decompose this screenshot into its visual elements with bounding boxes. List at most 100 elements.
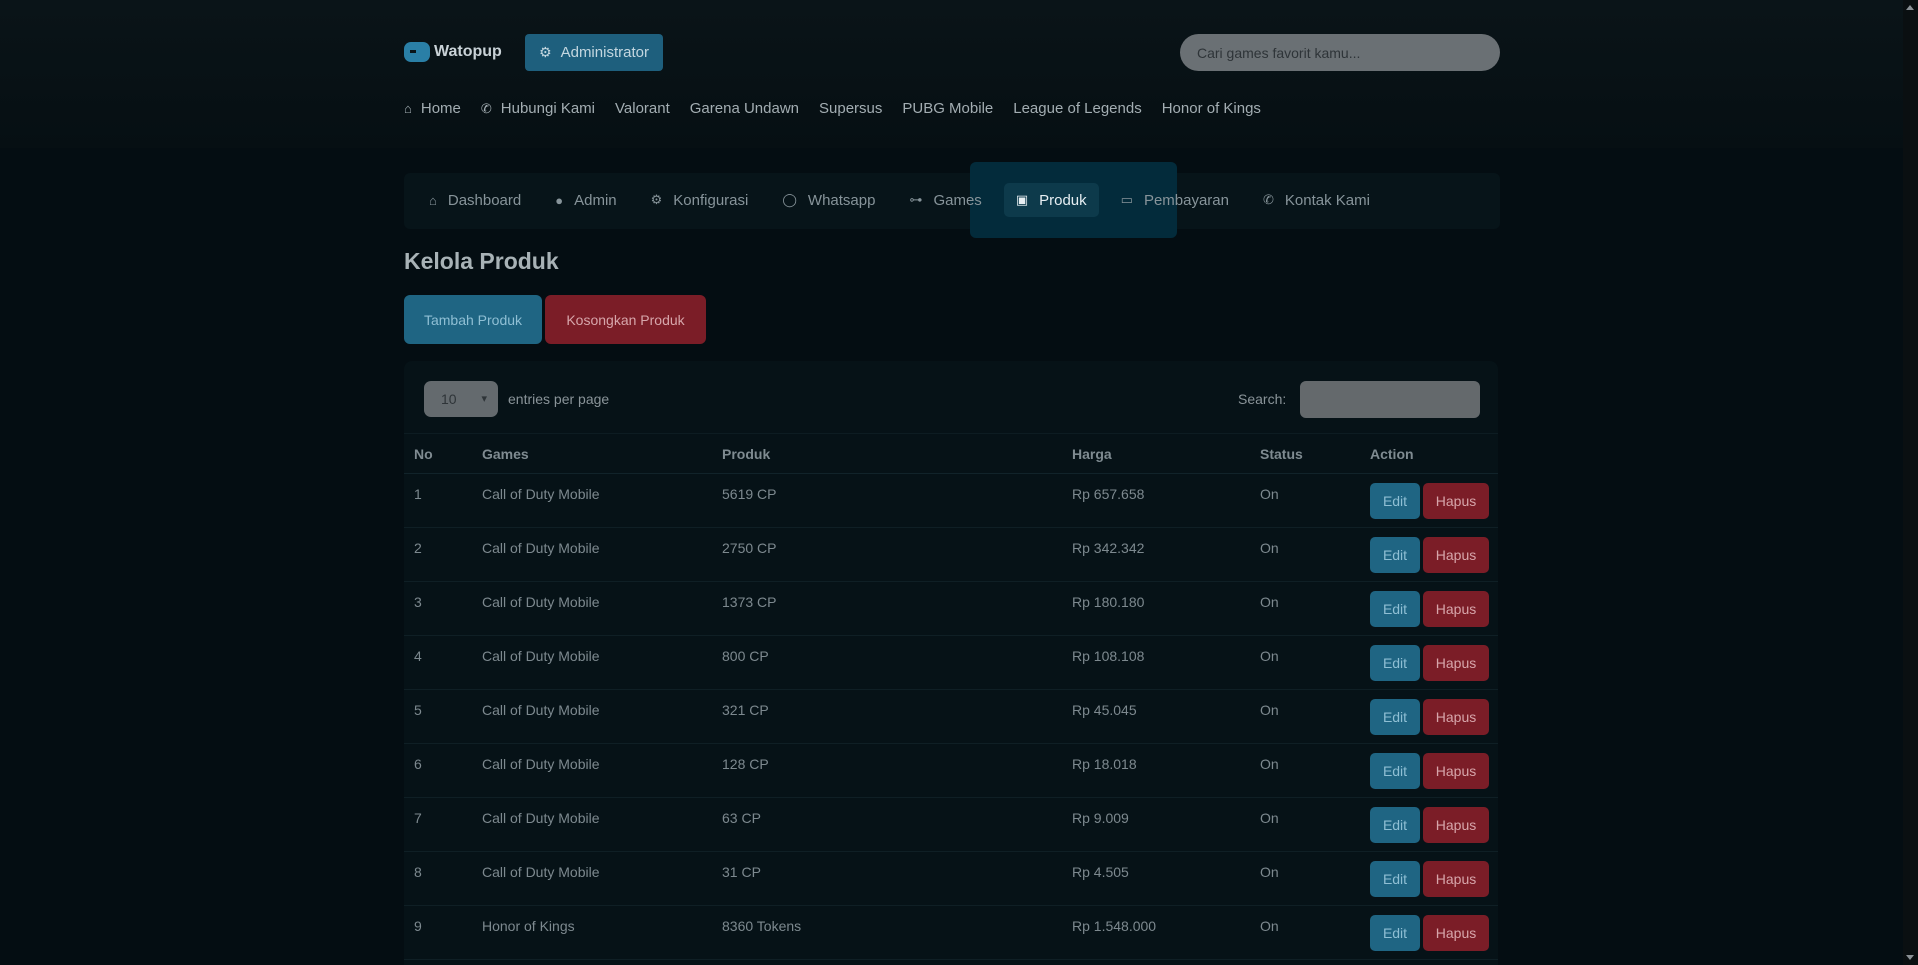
delete-button[interactable]: Hapus [1423, 537, 1489, 573]
home-icon: ⌂ [429, 192, 437, 208]
clear-products-button[interactable]: Kosongkan Produk [545, 295, 706, 344]
topnav-label: League of Legends [1013, 100, 1142, 117]
table-header: No Games Produk Harga Status Action [404, 433, 1498, 474]
row-product: 8360 Tokens [722, 918, 802, 934]
table-row: 2 Call of Duty Mobile 2750 CP Rp 342.342 On E… [404, 528, 1498, 582]
row-game: Call of Duty Mobile [482, 756, 600, 772]
row-no: 3 [414, 594, 422, 610]
column-header-status[interactable]: Status [1260, 446, 1303, 462]
delete-button[interactable]: Hapus [1423, 915, 1489, 951]
user-icon: ● [555, 192, 564, 208]
edit-button[interactable]: Edit [1370, 807, 1420, 843]
edit-button[interactable]: Edit [1370, 699, 1420, 735]
subnav-label: Pembayaran [1143, 191, 1229, 209]
top-header [0, 0, 1903, 148]
subnav-label: Kontak Kami [1284, 191, 1370, 209]
table-search-input[interactable] [1300, 381, 1480, 418]
subnav-item-produk[interactable]: ▣ Produk [1003, 183, 1099, 217]
delete-button[interactable]: Hapus [1423, 861, 1489, 897]
table-row: 9 Honor of Kings 8360 Tokens Rp 1.548.000 On… [404, 906, 1498, 960]
row-no: 4 [414, 648, 422, 664]
row-product: 1373 CP [722, 594, 777, 610]
topnav-item-garena-undawn[interactable]: Garena Undawn [690, 100, 799, 117]
row-price: Rp 4.505 [1072, 864, 1129, 880]
row-product: 31 CP [722, 864, 761, 880]
edit-button[interactable]: Edit [1370, 645, 1420, 681]
topnav-label: PUBG Mobile [902, 100, 994, 117]
row-no: 2 [414, 540, 422, 556]
subnav-item-konfigurasi[interactable]: ⚙ Konfigurasi [639, 183, 761, 217]
scroll-down-icon[interactable] [1906, 955, 1914, 960]
row-no: 5 [414, 702, 422, 718]
column-header-produk[interactable]: Produk [722, 446, 770, 462]
delete-button[interactable]: Hapus [1423, 645, 1489, 681]
row-no: 6 [414, 756, 422, 772]
topnav-item-league-of-legends[interactable]: League of Legends [1013, 100, 1141, 117]
table-row: 5 Call of Duty Mobile 321 CP Rp 45.045 On Edi… [404, 690, 1498, 744]
entries-per-page-select[interactable]: 10 ▾ [424, 381, 498, 417]
row-product: 321 CP [722, 702, 769, 718]
row-game: Call of Duty Mobile [482, 702, 600, 718]
brand-logo[interactable]: Watopup [404, 34, 502, 70]
row-game: Call of Duty Mobile [482, 648, 600, 664]
row-game: Call of Duty Mobile [482, 486, 600, 502]
subnav-label: Konfigurasi [673, 191, 749, 209]
top-nav: ⌂ Home ✆ Hubungi Kami Valorant Garena Un… [404, 100, 1281, 117]
edit-button[interactable]: Edit [1370, 483, 1420, 519]
topnav-item-honor-of-kings[interactable]: Honor of Kings [1162, 100, 1261, 117]
edit-button[interactable]: Edit [1370, 591, 1420, 627]
subnav-item-dashboard[interactable]: ⌂ Dashboard [429, 183, 533, 217]
topnav-item-valorant[interactable]: Valorant [615, 100, 670, 117]
topnav-label: Supersus [819, 100, 883, 117]
edit-button[interactable]: Edit [1370, 753, 1420, 789]
row-status: On [1260, 540, 1279, 556]
topnav-item-hubungi-kami[interactable]: ✆ Hubungi Kami [481, 100, 595, 117]
table-row: 8 Call of Duty Mobile 31 CP Rp 4.505 On Edit H… [404, 852, 1498, 906]
administrator-button[interactable]: ⚙ Administrator [525, 34, 663, 71]
entries-label: entries per page [508, 391, 610, 407]
edit-button[interactable]: Edit [1370, 861, 1420, 897]
table-row: 6 Call of Duty Mobile 128 CP Rp 18.018 On Edi… [404, 744, 1498, 798]
edit-button[interactable]: Edit [1370, 537, 1420, 573]
row-status: On [1260, 486, 1279, 502]
subnav-item-admin[interactable]: ● Admin [543, 183, 628, 217]
scrollbar[interactable] [1903, 0, 1918, 965]
scroll-up-icon[interactable] [1906, 5, 1914, 10]
game-search-input[interactable] [1180, 34, 1500, 71]
topnav-label: Honor of Kings [1161, 100, 1261, 117]
edit-button[interactable]: Edit [1370, 915, 1420, 951]
delete-button[interactable]: Hapus [1423, 753, 1489, 789]
delete-button[interactable]: Hapus [1423, 699, 1489, 735]
row-status: On [1260, 648, 1279, 664]
add-product-button[interactable]: Tambah Produk [404, 295, 542, 344]
gear-icon: ⚙ [539, 44, 552, 60]
admin-subnav-items: ⌂ Dashboard ● Admin ⚙ Konfigurasi ◯ What… [429, 183, 1392, 217]
topnav-item-supersus[interactable]: Supersus [819, 100, 882, 117]
subnav-label: Whatsapp [807, 191, 876, 209]
subnav-item-games[interactable]: ⊶ Games [897, 183, 993, 217]
column-header-games[interactable]: Games [482, 446, 529, 462]
delete-button[interactable]: Hapus [1423, 807, 1489, 843]
delete-button[interactable]: Hapus [1423, 483, 1489, 519]
subnav-item-kontak-kami[interactable]: ✆ Kontak Kami [1251, 183, 1382, 217]
topnav-item-home[interactable]: ⌂ Home [404, 100, 461, 117]
row-price: Rp 9.009 [1072, 810, 1129, 826]
subnav-label: Dashboard [447, 191, 522, 209]
subnav-item-whatsapp[interactable]: ◯ Whatsapp [770, 183, 887, 217]
column-header-no[interactable]: No [414, 446, 433, 462]
topnav-label: Home [420, 100, 461, 117]
topnav-item-pubg-mobile[interactable]: PUBG Mobile [902, 100, 993, 117]
subnav-item-pembayaran[interactable]: ▭ Pembayaran [1109, 183, 1241, 217]
table-row: 3 Call of Duty Mobile 1373 CP Rp 180.180 On E… [404, 582, 1498, 636]
row-status: On [1260, 756, 1279, 772]
row-no: 1 [414, 486, 422, 502]
administrator-label: Administrator [560, 44, 649, 61]
delete-button[interactable]: Hapus [1423, 591, 1489, 627]
row-game: Call of Duty Mobile [482, 864, 600, 880]
subnav-label: Produk [1039, 191, 1087, 209]
row-game: Call of Duty Mobile [482, 810, 600, 826]
topnav-label: Hubungi Kami [500, 100, 595, 117]
column-header-harga[interactable]: Harga [1072, 446, 1112, 462]
subnav-label: Games [933, 191, 982, 209]
row-price: Rp 45.045 [1072, 702, 1137, 718]
